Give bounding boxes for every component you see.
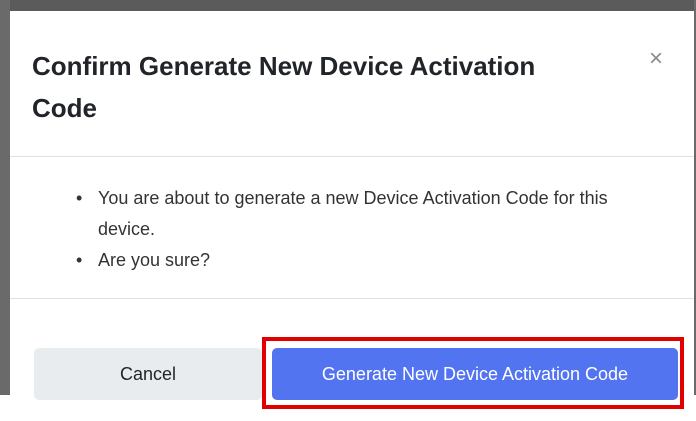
message-text: You are about to generate a new Device A… xyxy=(98,188,608,239)
bullet-icon: • xyxy=(76,188,83,208)
cancel-button[interactable]: Cancel xyxy=(34,348,262,400)
dialog-header: Confirm Generate New Device Activation C… xyxy=(10,11,694,157)
message-text: Are you sure? xyxy=(98,250,211,270)
dialog-footer: Cancel Generate New Device Activation Co… xyxy=(10,298,694,400)
backdrop-left xyxy=(0,0,10,395)
backdrop xyxy=(0,0,696,11)
bullet-icon: • xyxy=(76,250,83,270)
list-item: • Are you sure? xyxy=(76,245,640,276)
page: Confirm Generate New Device Activation C… xyxy=(0,0,696,421)
list-item: • You are about to generate a new Device… xyxy=(76,183,640,245)
confirm-dialog: Confirm Generate New Device Activation C… xyxy=(10,11,694,400)
dialog-body: • You are about to generate a new Device… xyxy=(10,157,694,298)
dialog-title: Confirm Generate New Device Activation C… xyxy=(32,51,536,123)
message-list: • You are about to generate a new Device… xyxy=(50,183,640,276)
close-icon[interactable]: × xyxy=(644,47,668,71)
generate-code-button[interactable]: Generate New Device Activation Code xyxy=(272,348,678,400)
